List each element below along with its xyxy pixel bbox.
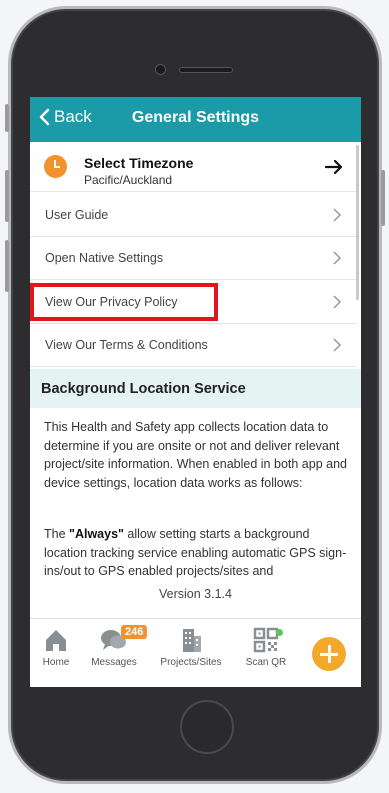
- mute-switch: [5, 104, 9, 132]
- select-timezone-row[interactable]: Select Timezone Pacific/Auckland: [30, 142, 356, 192]
- always-keyword: "Always": [69, 527, 124, 541]
- earpiece-speaker: [179, 67, 233, 73]
- terms-conditions-item[interactable]: View Our Terms & Conditions: [30, 324, 356, 367]
- timezone-title: Select Timezone: [84, 155, 194, 171]
- chevron-right-icon: [333, 338, 342, 352]
- list-item-label: Open Native Settings: [45, 251, 164, 265]
- section-header: Background Location Service: [30, 369, 361, 408]
- chevron-right-icon: [333, 295, 342, 309]
- tab-projects-sites[interactable]: Projects/Sites: [156, 627, 226, 668]
- tab-label: Messages: [91, 657, 137, 668]
- top-navigation-bar: Back General Settings: [30, 97, 361, 142]
- buildings-icon: [183, 629, 201, 652]
- chevron-right-icon: [333, 208, 342, 222]
- unread-count-badge: 246: [121, 625, 148, 639]
- section-title: Background Location Service: [41, 381, 246, 397]
- tab-label: Scan QR: [245, 657, 287, 668]
- volume-down-button: [5, 240, 9, 292]
- bottom-tab-bar: Home Messages 246 Projects/Sites Scan QR: [30, 618, 361, 687]
- arrow-right-icon: [324, 159, 343, 175]
- always-setting-description: The "Always" allow setting starts a back…: [44, 525, 349, 581]
- home-hardware-button[interactable]: [180, 700, 234, 754]
- paragraph-prefix: The: [44, 527, 70, 541]
- tab-home[interactable]: Home: [40, 627, 72, 668]
- list-item-label: User Guide: [45, 208, 109, 222]
- tab-label: Projects/Sites: [160, 657, 222, 668]
- power-button: [381, 170, 385, 226]
- chevron-right-icon: [333, 251, 342, 265]
- app-version: Version 3.1.4: [159, 587, 232, 601]
- highlight-box: [30, 283, 218, 321]
- timezone-value: Pacific/Auckland: [84, 173, 173, 187]
- home-icon: [46, 630, 66, 651]
- open-native-settings-item[interactable]: Open Native Settings: [30, 237, 356, 280]
- clock-icon: [44, 155, 67, 178]
- add-button[interactable]: [312, 637, 346, 671]
- page-title: General Settings: [131, 109, 260, 126]
- tab-label: Home: [42, 657, 70, 668]
- location-description: This Health and Safety app collects loca…: [44, 420, 347, 490]
- front-camera: [155, 64, 166, 75]
- status-dot: [276, 629, 283, 636]
- list-item-label: View Our Terms & Conditions: [45, 338, 208, 352]
- volume-up-button: [5, 170, 9, 222]
- user-guide-item[interactable]: User Guide: [30, 194, 356, 237]
- app-screen: Back General Settings Select Timezone Pa…: [30, 97, 361, 687]
- scrollbar[interactable]: [356, 145, 359, 300]
